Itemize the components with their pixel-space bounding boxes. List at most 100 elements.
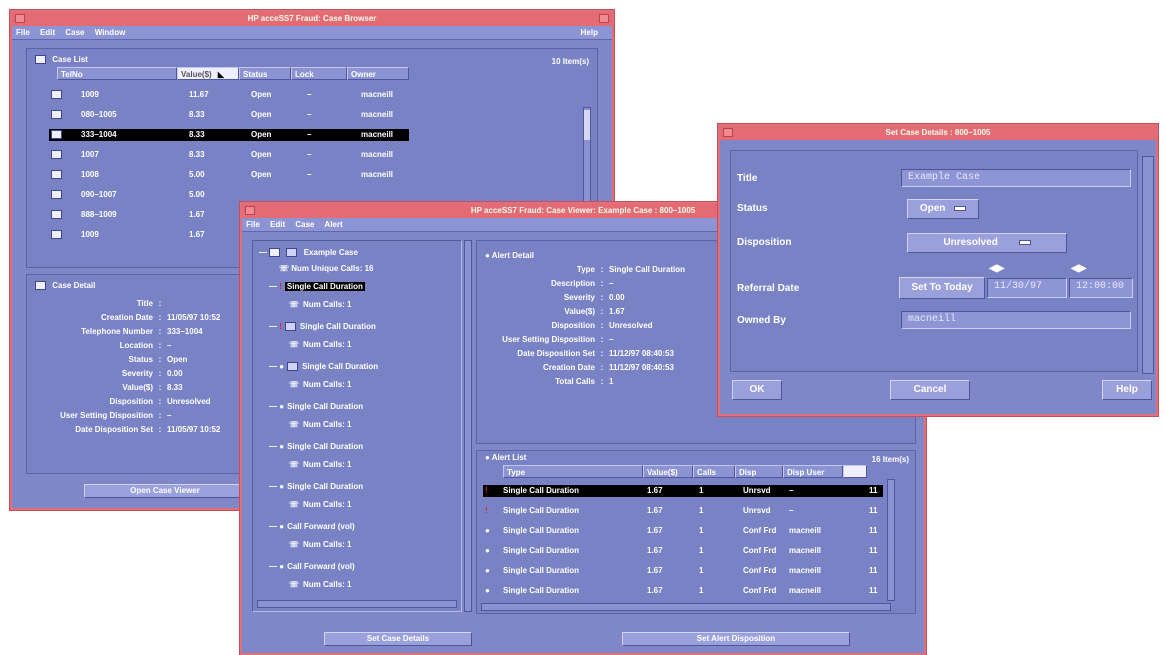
dialog-scrollbar[interactable] — [1142, 156, 1154, 374]
col-telno[interactable]: TelNo — [57, 67, 177, 80]
cell-extra: 11 — [869, 486, 878, 495]
col-disp[interactable]: Disp — [735, 465, 783, 478]
alert-field: Value($):1.67 — [477, 307, 624, 316]
set-to-today-button[interactable]: Set To Today — [899, 277, 985, 299]
table-row[interactable]: 1008 5.00 Open – macneill — [49, 169, 409, 181]
cell-telno: 1009 — [81, 90, 99, 99]
tree-calls-item[interactable]: ☏ Num Calls: 1 — [289, 419, 351, 431]
col-status[interactable]: Status — [239, 67, 291, 80]
col-value[interactable]: Value($) ◣ — [177, 67, 239, 80]
time-arrows[interactable]: ◀▶ — [1071, 263, 1086, 274]
status-option-menu[interactable]: Open — [907, 199, 979, 219]
cell-user: – — [789, 486, 794, 495]
col-disp-user[interactable]: Disp User — [783, 465, 843, 478]
tree-alert-item[interactable]: — ! Single Call Duration — [269, 281, 365, 293]
help-button[interactable]: Help — [1102, 380, 1152, 400]
detail-value: 11/05/97 10:52 — [167, 313, 221, 322]
owned-by-field[interactable]: macneill — [901, 311, 1131, 329]
col-lock[interactable]: Lock — [291, 67, 347, 80]
window-menu-button[interactable] — [245, 206, 255, 215]
disposition-value: Unresolved — [943, 237, 998, 248]
tree-unique-calls[interactable]: ☏ Num Unique Calls: 16 — [279, 263, 374, 275]
tree-calls-item[interactable]: ☏ Num Calls: 1 — [289, 299, 351, 311]
tree-alert-item[interactable]: — ● Single Call Duration — [269, 401, 363, 413]
tree-calls-item[interactable]: ☏ Num Calls: 1 — [289, 379, 351, 391]
tree-alert-item[interactable]: — ! Single Call Duration — [269, 321, 376, 333]
table-row[interactable]: ● Single Call Duration 1.67 1 Conf Frd macnei… — [483, 565, 883, 577]
referral-date-field[interactable]: 11/30/97 — [987, 278, 1067, 298]
table-row[interactable]: ● Single Call Duration 1.67 1 Conf Frd macnei… — [483, 545, 883, 557]
disposition-option-menu[interactable]: Unresolved — [907, 233, 1067, 253]
table-row[interactable]: 1007 8.33 Open – macneill — [49, 149, 409, 161]
menu-case[interactable]: Case — [65, 28, 84, 37]
alert-field: Disposition: Unresolved — [477, 321, 652, 330]
alert-hscrollbar[interactable] — [481, 603, 891, 611]
expand-icon: — — [269, 282, 280, 291]
table-row[interactable]: 090–1007 5.00 — [49, 189, 409, 201]
menu-edit[interactable]: Edit — [270, 220, 285, 229]
detail-key: Severity — [121, 369, 153, 378]
cell-value: 1.67 — [647, 546, 663, 555]
col-alert-value[interactable]: Value($) — [643, 465, 693, 478]
detail-field: Date Disposition Set:11/05/97 10:52 — [27, 425, 220, 434]
col-calls[interactable]: Calls — [693, 465, 735, 478]
referral-time-field[interactable]: 12:00:00 — [1069, 278, 1133, 298]
menu-file[interactable]: File — [16, 28, 30, 37]
title-field[interactable]: Example Case — [901, 169, 1131, 187]
tree-calls-item[interactable]: ☏ Num Calls: 1 — [289, 579, 351, 591]
tree-alert-item[interactable]: — ● Call Forward (vol) — [269, 521, 355, 533]
menu-edit[interactable]: Edit — [40, 28, 55, 37]
cell-extra: 11 — [869, 566, 878, 575]
dialog-titlebar[interactable]: Set Case Details : 800–1005 — [720, 126, 1156, 140]
tree-alert-item[interactable]: — ● Single Call Duration — [269, 481, 363, 493]
table-row[interactable]: ! Single Call Duration 1.67 1 Unrsvd – 11 — [483, 485, 883, 497]
tree-vscrollbar[interactable] — [464, 240, 472, 612]
tree-calls-item[interactable]: ☏ Num Calls: 1 — [289, 539, 351, 551]
window-menu-button[interactable] — [723, 128, 733, 137]
option-menu-icon — [954, 205, 967, 211]
maximize-button[interactable] — [599, 14, 609, 23]
alert-list-scrollbar[interactable] — [887, 479, 895, 601]
tree-calls-item[interactable]: ☏ Num Calls: 1 — [289, 499, 351, 511]
cell-disp: Conf Frd — [743, 586, 777, 595]
folder-icon — [35, 55, 46, 65]
cancel-button[interactable]: Cancel — [890, 380, 970, 400]
tree-alert-item[interactable]: — ● Call Forward (vol) — [269, 561, 355, 573]
open-case-viewer-button[interactable]: Open Case Viewer — [84, 484, 246, 498]
menu-help[interactable]: Help — [581, 26, 598, 40]
window-menu-button[interactable] — [15, 14, 25, 23]
menu-file[interactable]: File — [246, 220, 260, 229]
table-row[interactable]: 080–1005 8.33 Open – macneill — [49, 109, 409, 121]
tree-hscrollbar[interactable] — [257, 600, 457, 608]
tree-alert-item[interactable]: — ● Single Call Duration — [269, 441, 363, 453]
date-arrows[interactable]: ◀▶ — [989, 263, 1004, 274]
ok-button[interactable]: OK — [732, 380, 782, 400]
cell-value: 5.00 — [189, 190, 205, 199]
table-row[interactable]: ● Single Call Duration 1.67 1 Conf Frd macnei… — [483, 525, 883, 537]
detail-field: Disposition: Unresolved — [27, 397, 210, 406]
set-alert-disposition-button[interactable]: Set Alert Disposition — [622, 632, 850, 646]
alert-value: – — [609, 279, 614, 288]
table-row[interactable]: 333–1004 8.33 Open – macneill — [49, 129, 409, 141]
table-row[interactable]: ! Single Call Duration 1.67 1 Unrsvd – 11 — [483, 505, 883, 517]
title-label: Title — [737, 173, 758, 184]
tree-alert-item[interactable]: — ● Single Call Duration — [269, 361, 378, 373]
menu-window[interactable]: Window — [95, 28, 126, 37]
table-row[interactable]: ● Single Call Duration 1.67 1 Conf Frd macnei… — [483, 585, 883, 597]
tree-root[interactable]: — Example Case — [259, 247, 358, 259]
col-type[interactable]: Type — [503, 465, 643, 478]
cell-value: 8.33 — [189, 150, 205, 159]
tree-calls-item[interactable]: ☏ Num Calls: 1 — [289, 459, 351, 471]
col-extra[interactable] — [843, 465, 867, 478]
detail-key: Value($) — [122, 383, 153, 392]
browser-titlebar[interactable]: HP acceSS7 Fraud: Case Browser — [12, 12, 612, 26]
cell-type: Single Call Duration — [503, 566, 580, 575]
col-owner[interactable]: Owner — [347, 67, 409, 80]
tree-calls-item[interactable]: ☏ Num Calls: 1 — [289, 339, 351, 351]
menu-alert[interactable]: Alert — [324, 220, 342, 229]
scroll-thumb[interactable] — [584, 110, 590, 140]
set-case-details-button[interactable]: Set Case Details — [324, 632, 472, 646]
table-row[interactable]: 1009 11.67 Open – macneill — [49, 89, 409, 101]
cell-disp: Conf Frd — [743, 566, 777, 575]
menu-case[interactable]: Case — [295, 220, 314, 229]
